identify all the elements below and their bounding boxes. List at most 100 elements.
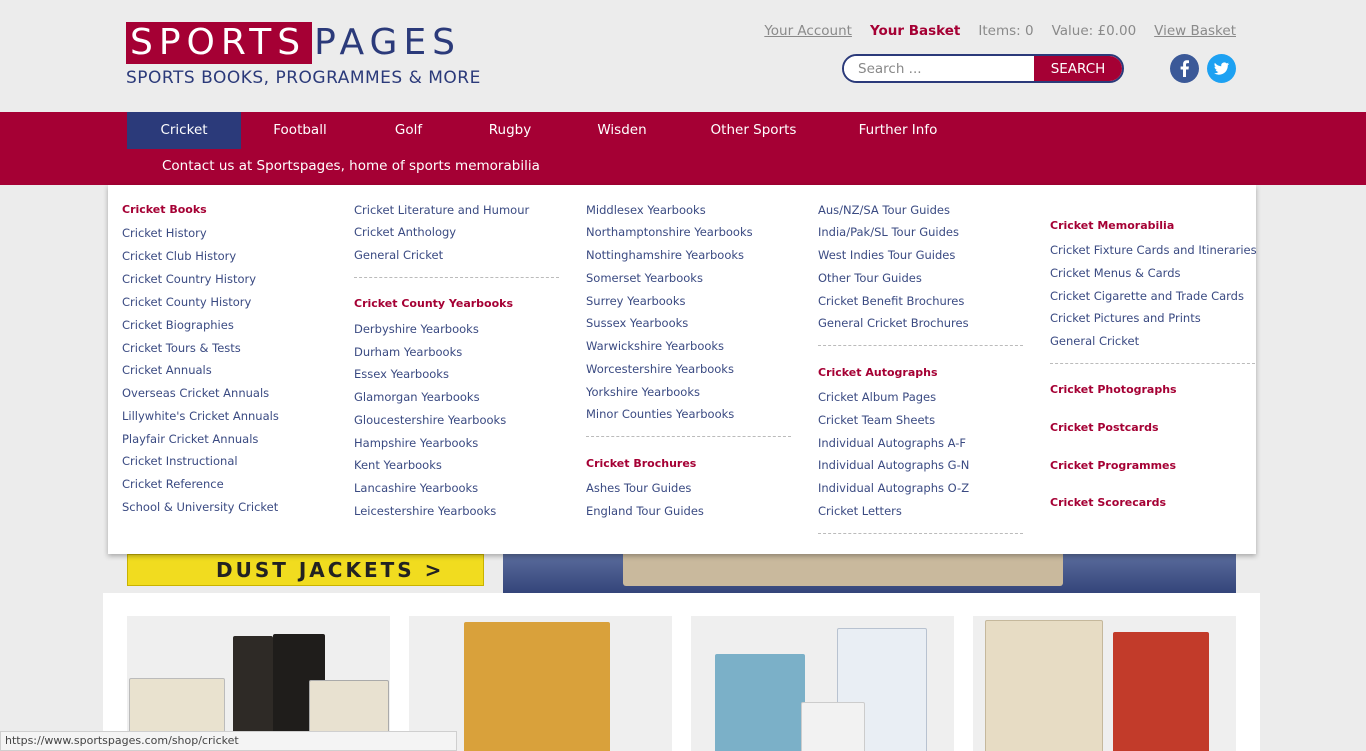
menu-item[interactable]: Cricket Annuals xyxy=(122,363,212,377)
hero-banner-image[interactable] xyxy=(503,554,1236,593)
menu-heading-cricket-programmes[interactable]: Cricket Programmes xyxy=(1050,459,1176,472)
menu-item[interactable]: General Cricket xyxy=(354,248,443,262)
menu-item[interactable]: Derbyshire Yearbooks xyxy=(354,322,479,336)
menu-item[interactable]: Overseas Cricket Annuals xyxy=(122,386,269,400)
menu-item[interactable]: Warwickshire Yearbooks xyxy=(586,339,724,353)
menu-heading-cricket-scorecards[interactable]: Cricket Scorecards xyxy=(1050,496,1166,509)
dust-jackets-banner[interactable]: DUST JACKETS > xyxy=(127,554,484,586)
logo-pages-text: PAGES xyxy=(314,22,462,63)
menu-item[interactable]: Glamorgan Yearbooks xyxy=(354,390,480,404)
book-image xyxy=(715,654,805,751)
menu-item[interactable]: Essex Yearbooks xyxy=(354,367,449,381)
menu-heading-cricket-memorabilia[interactable]: Cricket Memorabilia xyxy=(1050,219,1174,232)
menu-heading-county-yearbooks[interactable]: Cricket County Yearbooks xyxy=(354,297,513,310)
menu-item[interactable]: Cricket Pictures and Prints xyxy=(1050,311,1201,325)
menu-item[interactable]: West Indies Tour Guides xyxy=(818,248,955,262)
nav-further-info[interactable]: Further Info xyxy=(825,112,971,149)
menu-item[interactable]: Individual Autographs O-Z xyxy=(818,481,969,495)
menu-item[interactable]: Yorkshire Yearbooks xyxy=(586,385,700,399)
menu-item[interactable]: General Cricket Brochures xyxy=(818,316,969,330)
menu-item[interactable]: Leicestershire Yearbooks xyxy=(354,504,496,518)
menu-item[interactable]: Cricket Reference xyxy=(122,477,224,491)
menu-item[interactable]: Cricket Fixture Cards and Itineraries xyxy=(1050,243,1257,257)
menu-item[interactable]: Cricket Letters xyxy=(818,504,902,518)
menu-item[interactable]: Kent Yearbooks xyxy=(354,458,442,472)
menu-item[interactable]: Cricket Tours & Tests xyxy=(122,341,241,355)
book-image xyxy=(1113,632,1209,751)
menu-item[interactable]: Middlesex Yearbooks xyxy=(586,203,706,217)
nav-football[interactable]: Football xyxy=(241,112,359,149)
menu-item[interactable]: Cricket Literature and Humour xyxy=(354,203,529,217)
menu-item[interactable]: Cricket County History xyxy=(122,295,251,309)
social-links xyxy=(1170,54,1236,83)
nav-cricket[interactable]: Cricket xyxy=(127,112,241,149)
contact-link[interactable]: Contact us at Sportspages, home of sport… xyxy=(162,158,540,174)
menu-item[interactable]: Cricket Cigarette and Trade Cards xyxy=(1050,289,1244,303)
menu-item[interactable]: Durham Yearbooks xyxy=(354,345,462,359)
menu-item[interactable]: Cricket Anthology xyxy=(354,225,456,239)
site-logo[interactable]: SPORTS PAGES SPORTS BOOKS, PROGRAMMES & … xyxy=(126,22,481,88)
nav-other-sports[interactable]: Other Sports xyxy=(682,112,825,149)
nav-rugby[interactable]: Rugby xyxy=(458,112,562,149)
menu-heading-cricket-books[interactable]: Cricket Books xyxy=(122,203,207,216)
menu-item[interactable]: Cricket Menus & Cards xyxy=(1050,266,1181,280)
menu-item[interactable]: Worcestershire Yearbooks xyxy=(586,362,734,376)
facebook-icon[interactable] xyxy=(1170,54,1199,83)
menu-item[interactable]: Cricket Benefit Brochures xyxy=(818,294,964,308)
your-account-link[interactable]: Your Account xyxy=(764,23,852,39)
menu-item[interactable]: Gloucestershire Yearbooks xyxy=(354,413,506,427)
menu-item[interactable]: Lillywhite's Cricket Annuals xyxy=(122,409,279,423)
menu-item[interactable]: Lancashire Yearbooks xyxy=(354,481,478,495)
search-input[interactable] xyxy=(844,56,1034,81)
menu-item[interactable]: Northamptonshire Yearbooks xyxy=(586,225,753,239)
menu-item[interactable]: Minor Counties Yearbooks xyxy=(586,407,734,421)
logo-sports-text: SPORTS xyxy=(126,22,313,64)
menu-item[interactable]: Playfair Cricket Annuals xyxy=(122,432,258,446)
dust-jackets-label: DUST JACKETS > xyxy=(216,558,445,582)
menu-item[interactable]: Cricket Album Pages xyxy=(818,390,936,404)
book-image xyxy=(464,622,610,751)
twitter-icon[interactable] xyxy=(1207,54,1236,83)
menu-item[interactable]: Surrey Yearbooks xyxy=(586,294,686,308)
menu-item[interactable]: Cricket Club History xyxy=(122,249,236,263)
menu-item[interactable]: Individual Autographs A-F xyxy=(818,436,966,450)
book-image xyxy=(801,702,865,751)
menu-heading-cricket-autographs[interactable]: Cricket Autographs xyxy=(818,366,938,379)
menu-item[interactable]: Nottinghamshire Yearbooks xyxy=(586,248,744,262)
search-button[interactable]: SEARCH xyxy=(1034,56,1122,81)
menu-item[interactable]: Cricket Team Sheets xyxy=(818,413,935,427)
menu-item[interactable]: School & University Cricket xyxy=(122,500,278,514)
menu-item[interactable]: Other Tour Guides xyxy=(818,271,922,285)
menu-heading-cricket-brochures[interactable]: Cricket Brochures xyxy=(586,457,696,470)
hero-book-image xyxy=(623,554,1063,586)
menu-item[interactable]: Cricket Country History xyxy=(122,272,256,286)
logo-tagline: SPORTS BOOKS, PROGRAMMES & MORE xyxy=(126,68,481,88)
menu-item[interactable]: Individual Autographs G-N xyxy=(818,458,969,472)
menu-item[interactable]: General Cricket xyxy=(1050,334,1139,348)
your-basket-label[interactable]: Your Basket xyxy=(870,23,960,39)
view-basket-link[interactable]: View Basket xyxy=(1154,23,1236,39)
cricket-mega-menu: Cricket Books Cricket History Cricket Cl… xyxy=(108,185,1257,554)
menu-item[interactable]: Ashes Tour Guides xyxy=(586,481,691,495)
menu-item[interactable]: Cricket History xyxy=(122,226,207,240)
menu-item[interactable]: Aus/NZ/SA Tour Guides xyxy=(818,203,950,217)
nav-golf[interactable]: Golf xyxy=(359,112,458,149)
nav-wisden[interactable]: Wisden xyxy=(562,112,682,149)
basket-value: Value: £0.00 xyxy=(1051,23,1137,39)
menu-heading-cricket-photographs[interactable]: Cricket Photographs xyxy=(1050,383,1177,396)
menu-item[interactable]: England Tour Guides xyxy=(586,504,704,518)
menu-item[interactable]: Sussex Yearbooks xyxy=(586,316,688,330)
menu-item[interactable]: India/Pak/SL Tour Guides xyxy=(818,225,959,239)
product-tile-golf[interactable] xyxy=(691,616,954,751)
book-image xyxy=(985,620,1103,751)
menu-divider xyxy=(818,345,1023,346)
basket-items-count: Items: 0 xyxy=(978,23,1034,39)
main-navigation: Cricket Football Golf Rugby Wisden Other… xyxy=(0,112,1366,185)
menu-item[interactable]: Hampshire Yearbooks xyxy=(354,436,478,450)
menu-item[interactable]: Somerset Yearbooks xyxy=(586,271,703,285)
product-tile-rugby[interactable] xyxy=(973,616,1236,751)
menu-item[interactable]: Cricket Biographies xyxy=(122,318,234,332)
menu-item[interactable]: Cricket Instructional xyxy=(122,454,238,468)
menu-heading-cricket-postcards[interactable]: Cricket Postcards xyxy=(1050,421,1159,434)
menu-divider xyxy=(354,277,559,278)
